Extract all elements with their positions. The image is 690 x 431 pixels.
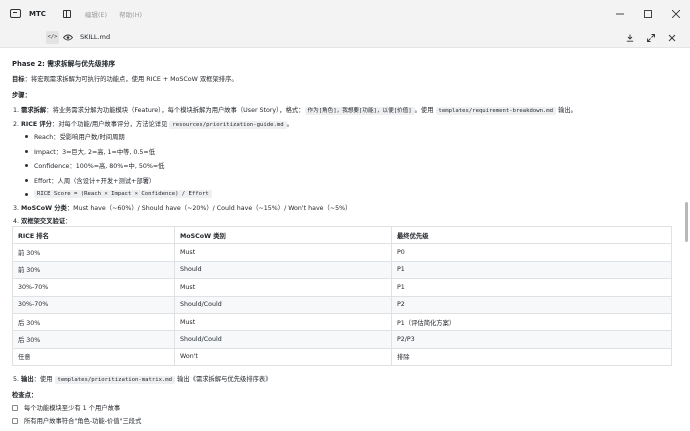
app-name: MTC bbox=[29, 9, 46, 18]
rice-formula: RICE Score = (Reach × Impact × Confidenc… bbox=[25, 190, 212, 198]
tab-actions bbox=[626, 27, 676, 48]
breakdown-template-code: templates/requirement-breakdown.md bbox=[435, 107, 557, 115]
col-header-priority: 最终优先级 bbox=[391, 225, 672, 245]
close-icon bbox=[672, 9, 680, 18]
checkpoints-label: 检查点： bbox=[12, 392, 38, 399]
close-button[interactable] bbox=[662, 0, 690, 27]
priority-matrix-table: RICE 排名 MoSCoW 类别 最终优先级 前 30% Must P0 前 30… bbox=[12, 225, 672, 367]
minimize-button[interactable] bbox=[606, 0, 634, 27]
menu-edit[interactable]: 编辑(E) bbox=[85, 9, 107, 19]
title-bar: MTC 编辑(E) 帮助(H) bbox=[0, 0, 690, 27]
maximize-icon bbox=[644, 9, 652, 18]
table-header-row: RICE 排名 MoSCoW 类别 最终优先级 bbox=[12, 225, 672, 245]
guide-path-code: resources/prioritization-guide.md bbox=[169, 121, 287, 129]
section-heading: Phase 2: 需求拆解与优先级排序 bbox=[12, 60, 116, 68]
close-tab-icon[interactable] bbox=[668, 34, 676, 42]
rice-impact: Impact：3=巨大, 2=高, 1=中等, 0.5=低 bbox=[24, 149, 156, 156]
story-format-code: 作为[角色]，我想要[功能]，以便[价值] bbox=[304, 107, 415, 115]
step-4: 4. 双框架交叉验证： bbox=[13, 218, 72, 225]
matrix-template-code: templates/prioritization-matrix.md bbox=[54, 376, 176, 384]
sidebar-toggle-icon[interactable] bbox=[62, 9, 71, 18]
source-view-button[interactable]: </> bbox=[46, 30, 59, 44]
col-header-rice: RICE 排名 bbox=[12, 225, 175, 245]
checkbox[interactable] bbox=[12, 404, 18, 411]
step-1: 1. 需求拆解：将业务需求分解为功能模块（Feature），每个模块拆解为用户故… bbox=[13, 107, 577, 115]
table-row: 前 30% Should P1 bbox=[12, 260, 672, 280]
col-header-moscow: MoSCoW 类别 bbox=[174, 225, 392, 245]
table-row: 后 30% Should/Could P2/P3 bbox=[12, 330, 672, 349]
expand-icon[interactable] bbox=[647, 33, 655, 42]
rice-effort: Effort：人周（含设计+开发+测试+部署） bbox=[24, 178, 156, 185]
table-row: 前 30% Must P0 bbox=[12, 243, 672, 262]
checkpoint-item: 每个功能模块至少有 1 个用户故事 bbox=[12, 403, 120, 412]
step-2: 2. RICE 评分：对每个功能/用户故事评分，方法论详见 resources/… bbox=[13, 121, 293, 129]
window-controls bbox=[606, 0, 690, 27]
file-name: SKILL.md bbox=[80, 33, 111, 41]
maximize-button[interactable] bbox=[634, 0, 662, 27]
steps-label: 步骤： bbox=[12, 92, 31, 99]
table-row: 后 30% Must P1（评估简化方案） bbox=[12, 312, 672, 332]
menu-help[interactable]: 帮助(H) bbox=[119, 9, 142, 19]
table-row: 30%-70% Should/Could P2 bbox=[12, 295, 672, 314]
scrollbar-thumb[interactable] bbox=[685, 202, 688, 242]
table-row: 30%-70% Must P1 bbox=[12, 278, 672, 297]
vertical-scrollbar[interactable] bbox=[683, 48, 690, 431]
preview-eye-icon[interactable] bbox=[63, 32, 73, 42]
checkpoint-item: 所有用户故事符合"角色-功能-价值"三段式 bbox=[12, 416, 141, 425]
rice-confidence: Confidence：100%=高, 80%=中, 50%=低 bbox=[24, 163, 165, 170]
goal-line: 目标：将宏观需求拆解为可执行的功能点，使用 RICE + MoSCoW 双框架排… bbox=[12, 76, 238, 83]
rice-reach: Reach：受影响用户数/时间周期 bbox=[25, 134, 125, 141]
editor-tab-bar: </> SKILL.md bbox=[0, 27, 690, 48]
minimize-icon bbox=[616, 13, 624, 14]
step-3: 3. MoSCoW 分类：Must have（~60%）/ Should hav… bbox=[13, 205, 352, 212]
table-row: 任意 Won't 排除 bbox=[12, 347, 672, 367]
checkbox[interactable] bbox=[12, 417, 18, 424]
step-5: 5. 输出：使用 templates/prioritization-matrix… bbox=[13, 376, 272, 384]
download-icon[interactable] bbox=[626, 34, 634, 42]
app-logo-icon bbox=[10, 9, 21, 18]
